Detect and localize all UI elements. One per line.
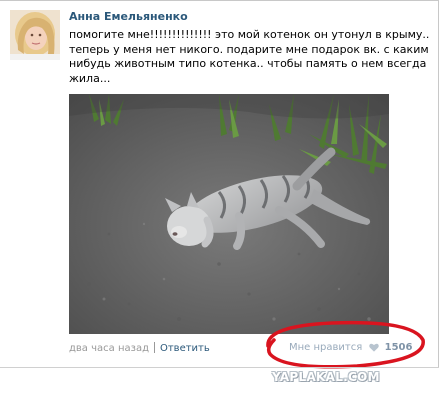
avatar-photo bbox=[10, 10, 60, 60]
kitten-photo bbox=[69, 94, 389, 334]
post-photo[interactable] bbox=[69, 94, 389, 334]
red-highlight-circle bbox=[266, 320, 425, 369]
post-text: помогите мне!!!!!!!!!!!!!! это мой котен… bbox=[69, 28, 430, 86]
post-author-link[interactable]: Анна Емельяненко bbox=[69, 10, 188, 23]
avatar[interactable] bbox=[10, 10, 60, 60]
post-text-line: жила... bbox=[69, 71, 111, 85]
wall-post: Анна Емельяненко помогите мне!!!!!!!!!!!… bbox=[0, 0, 439, 369]
post-text-line: нибудь животным типо котенка.. чтобы пам… bbox=[69, 57, 427, 70]
post-meta: два часа назад Ответить bbox=[69, 342, 210, 354]
reply-link[interactable]: Ответить bbox=[160, 343, 210, 354]
post-text-line: помогите мне!!!!!!!!!!!!!! это мой котен… bbox=[69, 28, 430, 41]
meta-separator bbox=[153, 342, 155, 353]
post-text-line: теперь у меня нет никого. подарите мне п… bbox=[69, 42, 429, 56]
site-watermark: YAPLAKAL.COM bbox=[272, 370, 380, 384]
post-timestamp[interactable]: два часа назад bbox=[69, 343, 149, 354]
frame-bottom-border bbox=[0, 367, 439, 368]
